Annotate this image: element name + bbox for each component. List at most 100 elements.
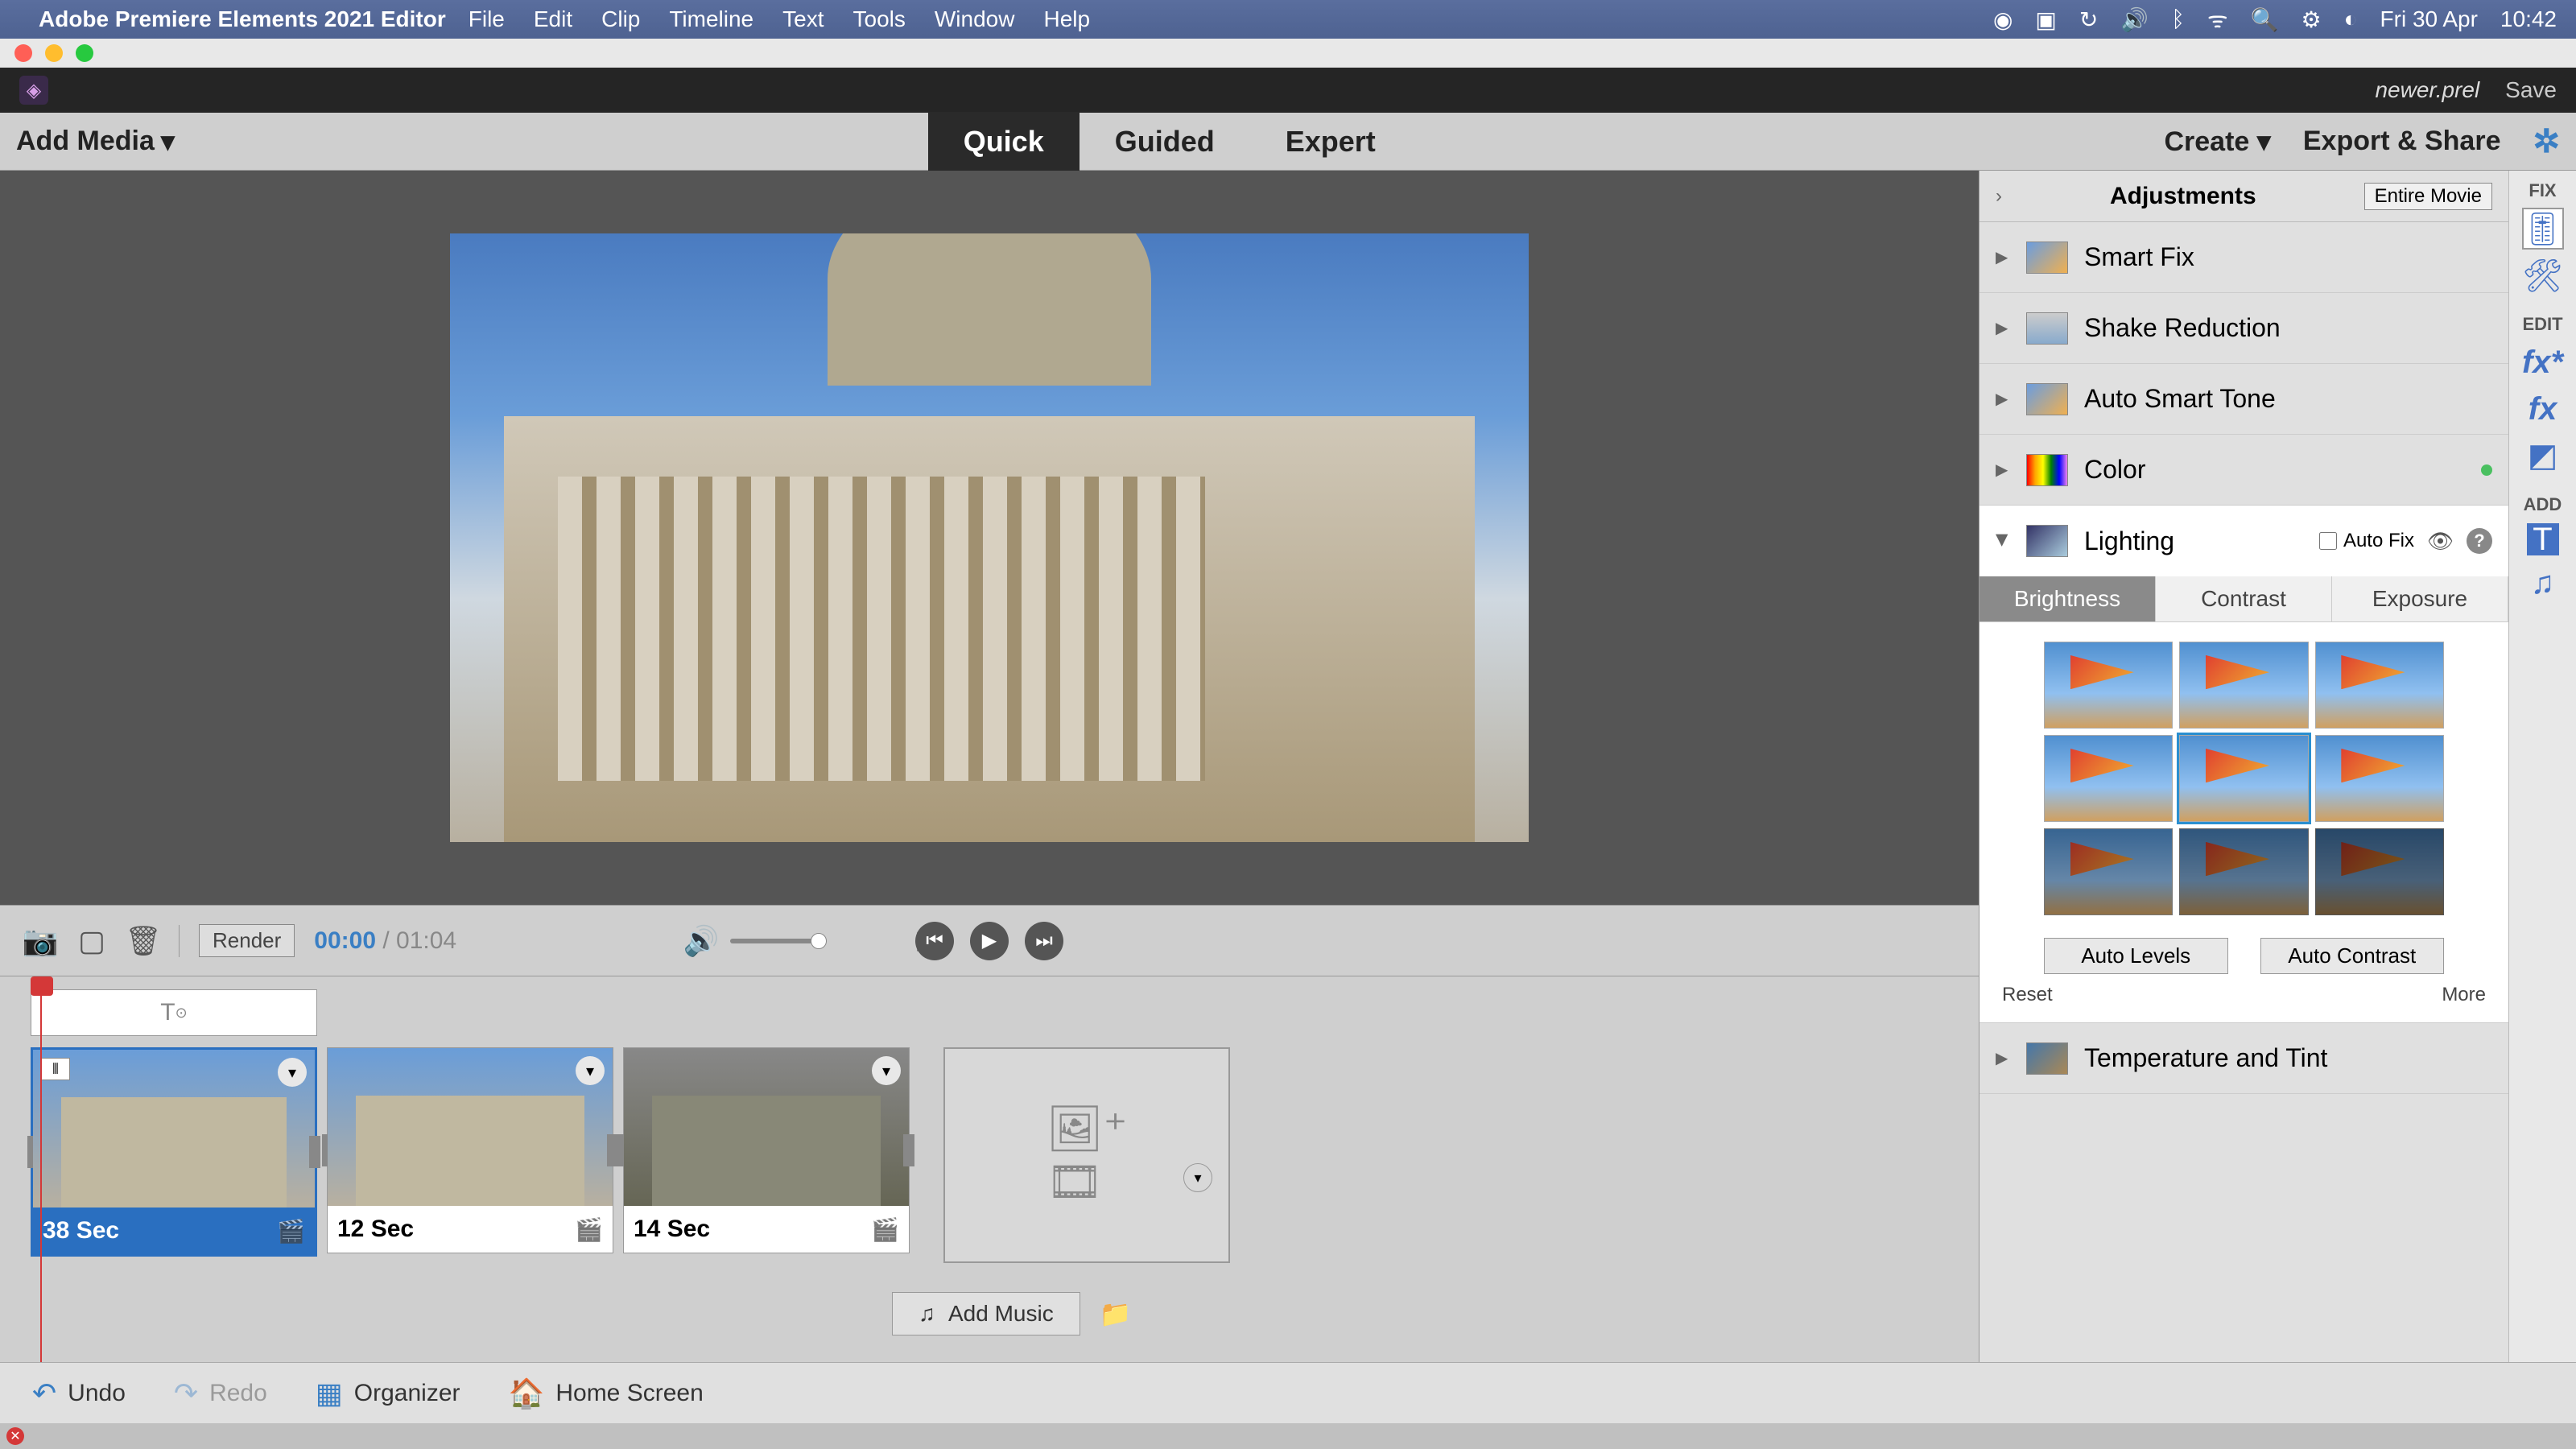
clip-3[interactable]: ▾ 14 Sec🎬 — [623, 1047, 910, 1253]
preset-5[interactable] — [2179, 735, 2308, 822]
bluetooth-icon[interactable]: ᛒ — [2171, 6, 2185, 32]
title-track[interactable]: T⊙ — [31, 989, 317, 1036]
minimize-window-button[interactable] — [45, 44, 63, 62]
settings-gear-icon[interactable]: ✲ — [2533, 123, 2560, 160]
preset-7[interactable] — [2044, 828, 2173, 915]
delete-icon[interactable]: 🗑 — [127, 925, 159, 957]
home-icon: 🏠 — [509, 1377, 545, 1410]
help-icon[interactable]: ? — [2467, 528, 2492, 554]
music-icon[interactable]: ♫ — [2524, 564, 2562, 602]
app-name[interactable]: Adobe Premiere Elements 2021 Editor — [39, 6, 446, 32]
volume-slider[interactable] — [730, 939, 827, 943]
home-screen-button[interactable]: 🏠 Home Screen — [496, 1370, 716, 1417]
auto-levels-button[interactable]: Auto Levels — [2044, 938, 2228, 974]
spotlight-icon[interactable]: 🔍 — [2251, 6, 2279, 33]
control-center-icon[interactable]: ⚙ — [2301, 6, 2322, 33]
clip-1[interactable]: ⦀ ▾ 38 Sec🎬 — [31, 1047, 317, 1257]
snapshot-icon[interactable]: 📷 — [24, 925, 56, 957]
clip-marker-icon[interactable]: ⦀ — [41, 1058, 70, 1080]
clip-trim-right[interactable] — [607, 1134, 618, 1166]
play-button[interactable]: ▶ — [970, 922, 1009, 960]
save-button[interactable]: Save — [2505, 77, 2557, 103]
transitions-icon[interactable]: ◩ — [2524, 436, 2562, 475]
subtab-contrast[interactable]: Contrast — [2156, 576, 2332, 621]
clip-menu-button[interactable]: ▾ — [872, 1056, 901, 1085]
clip-menu-button[interactable]: ▾ — [576, 1056, 605, 1085]
clip-trim-right[interactable] — [309, 1136, 320, 1168]
menu-text[interactable]: Text — [782, 6, 824, 32]
add-media-button[interactable]: Add Media ▾ — [16, 126, 175, 158]
adj-shake-reduction[interactable]: ▶ Shake Reduction — [1979, 293, 2508, 364]
preset-1[interactable] — [2044, 642, 2173, 729]
menu-timeline[interactable]: Timeline — [669, 6, 753, 32]
maximize-window-button[interactable] — [76, 44, 93, 62]
browse-folder-icon[interactable]: 📁 — [1100, 1298, 1132, 1329]
adj-color[interactable]: ▶ Color — [1979, 435, 2508, 506]
menu-edit[interactable]: Edit — [534, 6, 572, 32]
add-music-button[interactable]: ♫ Add Music — [892, 1292, 1080, 1335]
auto-contrast-button[interactable]: Auto Contrast — [2260, 938, 2445, 974]
adj-temperature-tint[interactable]: ▶ Temperature and Tint — [1979, 1023, 2508, 1094]
reset-button[interactable]: Reset — [2002, 984, 2053, 1006]
close-window-button[interactable] — [14, 44, 32, 62]
subtab-exposure[interactable]: Exposure — [2332, 576, 2508, 621]
preset-9[interactable] — [2315, 828, 2444, 915]
lighting-icon — [2026, 525, 2068, 557]
menu-window[interactable]: Window — [935, 6, 1015, 32]
adj-lighting[interactable]: ▶ Lighting Auto Fix 👁 ? — [1979, 506, 2508, 576]
more-button[interactable]: More — [2442, 984, 2486, 1006]
scope-button[interactable]: Entire Movie — [2364, 183, 2492, 210]
adj-auto-smart-tone[interactable]: ▶ Auto Smart Tone — [1979, 364, 2508, 435]
siri-icon[interactable]: ◐ — [2344, 6, 2358, 32]
export-share-button[interactable]: Export & Share — [2303, 126, 2501, 157]
menu-help[interactable]: Help — [1043, 6, 1090, 32]
menu-clip[interactable]: Clip — [601, 6, 640, 32]
marker-icon[interactable]: ▢ — [76, 925, 108, 957]
record-status-icon[interactable]: ◉ — [1993, 6, 2013, 33]
speaker-icon[interactable]: 🔊 — [685, 925, 717, 957]
redo-button[interactable]: ↷ Redo — [161, 1370, 280, 1417]
wifi-icon[interactable]: ᯤ — [2207, 4, 2228, 35]
menu-tools[interactable]: Tools — [853, 6, 906, 32]
dropzone-menu-button[interactable]: ▾ — [1183, 1163, 1212, 1192]
undo-button[interactable]: ↶ Undo — [19, 1370, 138, 1417]
mode-quick[interactable]: Quick — [928, 112, 1080, 171]
titles-icon[interactable]: T — [2527, 523, 2559, 555]
clip-menu-button[interactable]: ▾ — [278, 1058, 307, 1087]
preset-3[interactable] — [2315, 642, 2444, 729]
preset-6[interactable] — [2315, 735, 2444, 822]
subtab-brightness[interactable]: Brightness — [1979, 576, 2156, 621]
preset-2[interactable] — [2179, 642, 2308, 729]
next-frame-button[interactable]: ⏭ — [1025, 922, 1063, 960]
tools-wrench-icon[interactable]: 🛠 — [2524, 256, 2562, 295]
menubar-date[interactable]: Fri 30 Apr — [2380, 6, 2478, 32]
clip-trim-right[interactable] — [903, 1134, 914, 1166]
adjust-sliders-icon[interactable]: 🎚 — [2524, 209, 2562, 248]
fx-icon[interactable]: fx — [2524, 390, 2562, 428]
create-button[interactable]: Create ▾ — [2164, 126, 2270, 158]
menu-file[interactable]: File — [469, 6, 505, 32]
playhead[interactable] — [31, 976, 53, 996]
organizer-button[interactable]: ▦ Organizer — [303, 1370, 473, 1417]
video-preview[interactable] — [450, 233, 1529, 842]
preset-4[interactable] — [2044, 735, 2173, 822]
prev-frame-button[interactable]: ⏮ — [915, 922, 954, 960]
render-button[interactable]: Render — [199, 924, 295, 957]
adj-smart-fix[interactable]: ▶ Smart Fix — [1979, 222, 2508, 293]
error-status-icon[interactable]: ✕ — [6, 1427, 24, 1445]
mode-expert[interactable]: Expert — [1250, 112, 1411, 171]
clip-2[interactable]: ▾ 12 Sec🎬 — [327, 1047, 613, 1253]
mode-guided[interactable]: Guided — [1080, 112, 1250, 171]
preset-8[interactable] — [2179, 828, 2308, 915]
auto-fix-checkbox[interactable]: Auto Fix — [2319, 530, 2414, 552]
time-machine-icon[interactable]: ↻ — [2079, 6, 2098, 33]
main-toolbar: Add Media ▾ Quick Guided Expert Create ▾… — [0, 113, 2576, 171]
fx-text-icon[interactable]: fx* — [2524, 343, 2562, 382]
notification-icon[interactable]: ▣ — [2035, 6, 2056, 33]
collapse-panel-icon[interactable]: › — [1996, 185, 2002, 208]
clip-drop-zone[interactable]: 🖼⁺🎞 ▾ — [943, 1047, 1230, 1263]
preview-eye-icon[interactable]: 👁 — [2427, 529, 2454, 554]
menubar-time[interactable]: 10:42 — [2500, 6, 2557, 32]
volume-icon[interactable]: 🔊 — [2120, 6, 2149, 33]
preview-area — [0, 171, 1979, 905]
